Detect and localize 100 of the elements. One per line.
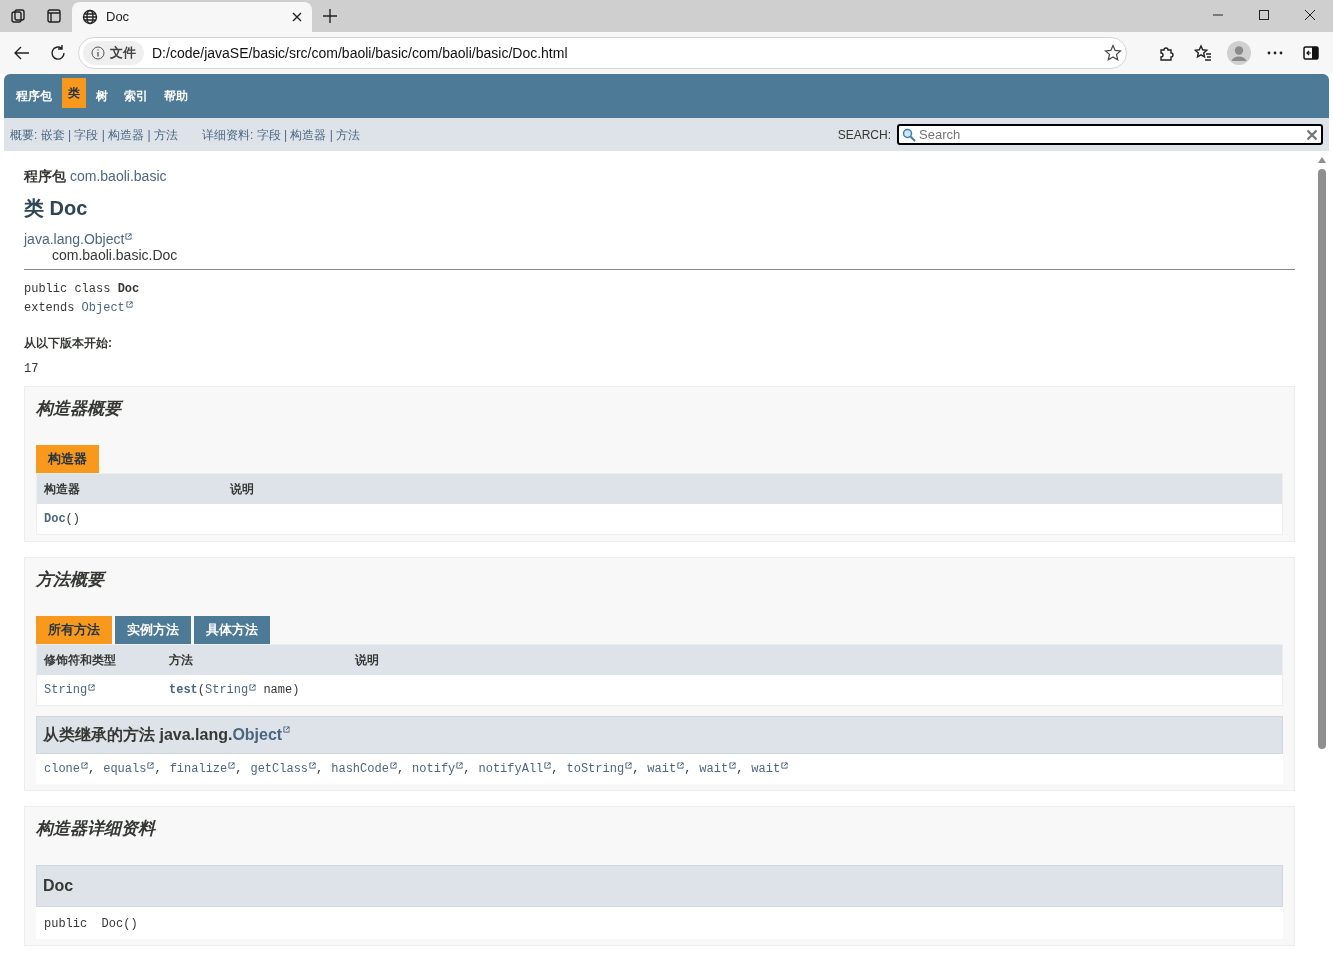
favorites-icon[interactable]	[1194, 44, 1212, 62]
external-link-icon	[283, 726, 291, 733]
table-tab[interactable]: 所有方法	[36, 616, 112, 644]
external-link-icon	[677, 762, 685, 769]
external-link-icon	[125, 233, 133, 240]
separator-text: ,	[154, 762, 162, 776]
external-link-icon	[456, 762, 464, 769]
separator-text: ,	[684, 762, 692, 776]
nav-link[interactable]: 索引	[118, 84, 154, 108]
method-link[interactable]: finalize	[169, 762, 236, 776]
table-tab[interactable]: 实例方法	[115, 616, 191, 644]
subnav-links[interactable]: 详细资料: 字段 | 构造器 | 方法	[202, 125, 361, 144]
column-header: 修饰符和类型	[37, 645, 162, 675]
column-header: 方法	[162, 645, 348, 675]
method-link[interactable]: equals	[103, 762, 155, 776]
scrollbar-thumb[interactable]	[1318, 169, 1326, 749]
nav-link[interactable]: 类	[62, 78, 86, 108]
external-link-icon	[309, 762, 317, 769]
external-link-icon	[389, 762, 397, 769]
method-link[interactable]: notify	[412, 762, 464, 776]
code-text: extends	[24, 301, 75, 315]
external-link-icon	[729, 762, 737, 769]
method-link[interactable]: notifyAll	[478, 762, 552, 776]
separator-text: ,	[316, 762, 324, 776]
separator-text: ,	[235, 762, 243, 776]
close-icon[interactable]	[292, 12, 302, 22]
since-label: 从以下版本开始:	[24, 335, 113, 352]
method-link[interactable]: wait	[751, 762, 789, 776]
separator-text: ,	[551, 762, 559, 776]
profile-avatar[interactable]	[1227, 41, 1251, 65]
nav-link[interactable]: 程序包	[10, 84, 58, 108]
method-link[interactable]: getClass	[250, 762, 317, 776]
security-label[interactable]: 文件	[83, 41, 144, 65]
inherited-class-link[interactable]: Object	[232, 726, 291, 743]
package-link[interactable]: com.baoli.basic	[70, 168, 167, 184]
nav-link[interactable]: 帮助	[158, 84, 194, 108]
sidebar-icon[interactable]	[1303, 46, 1319, 60]
scroll-up-icon[interactable]	[1318, 157, 1326, 163]
section-heading: 构造器详细资料	[36, 818, 157, 840]
member-heading: Doc	[36, 865, 1283, 907]
code-text: name)	[263, 683, 300, 697]
code-link[interactable]: Doc	[44, 512, 66, 526]
code-link[interactable]: Object	[81, 301, 133, 315]
method-link[interactable]: toString	[566, 762, 633, 776]
search-label: SEARCH:	[837, 126, 891, 144]
external-link-icon	[544, 762, 552, 769]
class-name: com.baoli.basic.Doc	[52, 247, 178, 263]
method-link[interactable]: wait	[699, 762, 737, 776]
column-header: 构造器	[37, 474, 223, 504]
separator-text: ,	[736, 762, 744, 776]
method-link[interactable]: hashCode	[331, 762, 397, 776]
plus-icon[interactable]	[323, 9, 337, 23]
info-icon	[91, 46, 105, 60]
separator-text: ,	[88, 762, 96, 776]
external-link-icon	[781, 762, 789, 769]
external-link-icon	[625, 762, 633, 769]
code-link[interactable]: String	[205, 683, 257, 697]
table-tab[interactable]: 具体方法	[194, 616, 270, 644]
code-text: (	[197, 683, 205, 697]
workspaces-icon[interactable]	[10, 8, 26, 24]
subnav-links[interactable]: 概要: 嵌套 | 字段 | 构造器 | 方法	[10, 125, 179, 144]
since-value: 17	[24, 361, 40, 378]
separator-text: ,	[463, 762, 471, 776]
section-heading: 方法概要	[36, 568, 1283, 592]
back-icon[interactable]	[13, 44, 31, 62]
external-link-icon	[81, 762, 88, 769]
external-link-icon	[147, 762, 155, 769]
external-link-icon	[125, 301, 133, 308]
address-text[interactable]: D:/code/javaSE/basic/src/com/baoli/basic/com/baoli/basic/Doc.html	[152, 42, 1096, 64]
code-text: public class Doc	[24, 282, 140, 296]
search-icon	[902, 128, 916, 142]
nav-link[interactable]: 树	[90, 84, 114, 108]
section-heading: 构造器概要	[36, 397, 1283, 421]
star-icon[interactable]	[1104, 44, 1122, 62]
globe-icon	[82, 9, 98, 25]
separator-text: ,	[396, 762, 405, 776]
method-link[interactable]: clone	[44, 762, 88, 776]
column-header: 说明	[348, 645, 1282, 675]
member-signature: public Doc()	[36, 907, 1283, 939]
external-link-icon	[88, 684, 96, 691]
code-text: ()	[65, 512, 80, 526]
clear-icon[interactable]	[1306, 129, 1318, 141]
class-title: 类 Doc	[24, 196, 89, 221]
more-icon[interactable]	[1267, 51, 1283, 55]
external-link-icon	[249, 684, 257, 691]
puzzle-icon[interactable]	[1158, 44, 1176, 62]
superclass-link[interactable]: java.lang.Object	[24, 231, 133, 247]
tab-actions-icon[interactable]	[46, 8, 62, 24]
reload-icon[interactable]	[49, 44, 67, 62]
table-tab[interactable]: 构造器	[36, 445, 99, 473]
code-link[interactable]: String	[44, 683, 96, 697]
code-link[interactable]: test	[169, 683, 198, 697]
inherited-heading: 从类继承的方法 java.lang.Object	[36, 716, 1283, 754]
method-link[interactable]: wait	[647, 762, 685, 776]
separator-text: ,	[632, 762, 640, 776]
search-field[interactable]: Search	[897, 124, 1323, 145]
package-label: 程序包	[24, 168, 66, 184]
browser-tab[interactable]: Doc	[72, 2, 312, 32]
external-link-icon	[228, 762, 236, 769]
column-header: 说明	[223, 474, 1282, 504]
